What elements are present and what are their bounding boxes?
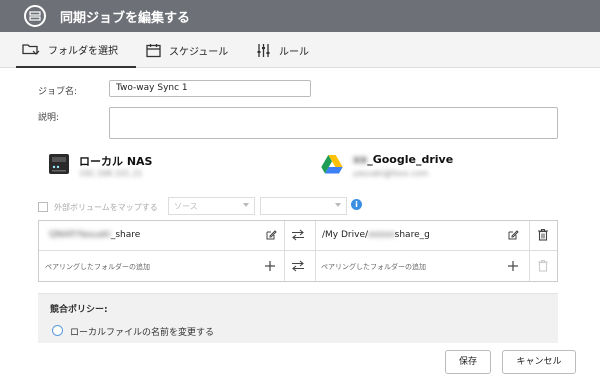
description-label: 説明: bbox=[38, 113, 60, 123]
tab-label: ルール bbox=[279, 46, 309, 58]
sliders-icon bbox=[256, 43, 271, 58]
calendar-icon bbox=[146, 43, 161, 58]
rename-local-label: ローカルファイルの名前を変更する bbox=[70, 328, 215, 338]
tab-bar: フォルダを選択 スケジュール ルール bbox=[0, 32, 600, 68]
add-remote-folder-label: ペアリングしたフォルダーの追加 bbox=[321, 263, 426, 271]
tab-rules[interactable]: ルール bbox=[256, 32, 309, 68]
folder-pair-row: QNAP/Yasuaki_share /My Drive/xxxxxshare_… bbox=[39, 221, 557, 251]
window-title: 同期ジョブを編集する bbox=[60, 11, 191, 26]
folder-sync-icon bbox=[22, 42, 40, 56]
info-icon[interactable]: i bbox=[351, 199, 362, 210]
sync-app-icon bbox=[24, 5, 46, 27]
cancel-button[interactable]: キャンセル bbox=[502, 350, 576, 374]
map-external-volume-row: 外部ボリュームをマップする bbox=[38, 199, 158, 215]
add-folder-pair-row: ペアリングしたフォルダーの追加 ペアリングしたフォルダーの追加 bbox=[39, 252, 557, 282]
conflict-policy-heading: 競合ポリシー: bbox=[50, 305, 108, 315]
map-external-volume-label: 外部ボリュームをマップする bbox=[54, 202, 158, 212]
rename-local-radio[interactable] bbox=[52, 325, 63, 336]
google-drive-name: xx_Google_drive bbox=[353, 153, 454, 166]
source-select[interactable]: ソース bbox=[168, 197, 255, 215]
google-drive-icon bbox=[321, 154, 343, 177]
add-local-folder-plus-icon[interactable] bbox=[264, 260, 276, 275]
tab-select-folder[interactable]: フォルダを選択 bbox=[16, 32, 136, 68]
sync-arrows-icon bbox=[291, 229, 305, 244]
conflict-policy-panel: 競合ポリシー: ローカルファイルの名前を変更する bbox=[38, 293, 558, 343]
local-nas-address: 192.168.101.21 bbox=[79, 169, 143, 178]
tab-label: フォルダを選択 bbox=[48, 45, 118, 57]
add-local-folder-label: ペアリングしたフォルダーの追加 bbox=[45, 263, 150, 271]
sync-arrows-icon bbox=[291, 260, 305, 275]
dialog-footer: 保存 キャンセル bbox=[0, 343, 600, 381]
google-drive-account: yasuaki@fxxx.com bbox=[353, 169, 429, 178]
trash-icon bbox=[537, 259, 549, 275]
local-folder-path: QNAP/Yasuaki_share bbox=[49, 230, 141, 240]
add-remote-folder-plus-icon[interactable] bbox=[507, 260, 519, 275]
title-bar: 同期ジョブを編集する bbox=[0, 0, 600, 32]
edit-icon[interactable] bbox=[507, 229, 519, 244]
tab-label: スケジュール bbox=[169, 46, 229, 58]
job-name-label: ジョブ名: bbox=[38, 87, 78, 97]
nas-icon bbox=[48, 153, 70, 178]
local-nas-name: ローカル NAS bbox=[79, 155, 153, 168]
tab-schedule[interactable]: スケジュール bbox=[146, 32, 228, 68]
trash-icon[interactable] bbox=[537, 228, 549, 244]
chevron-down-icon bbox=[335, 203, 341, 207]
map-external-volume-checkbox[interactable] bbox=[38, 202, 48, 212]
folder-pairs-table: QNAP/Yasuaki_share /My Drive/xxxxxshare_… bbox=[38, 220, 558, 282]
remote-folder-path: /My Drive/xxxxxshare_g bbox=[322, 230, 430, 240]
target-select[interactable] bbox=[260, 197, 347, 215]
chevron-down-icon bbox=[243, 203, 249, 207]
save-button[interactable]: 保存 bbox=[445, 350, 491, 374]
description-input[interactable] bbox=[109, 107, 558, 139]
job-name-input[interactable]: Two-way Sync 1 bbox=[109, 80, 311, 97]
edit-icon[interactable] bbox=[265, 229, 277, 244]
